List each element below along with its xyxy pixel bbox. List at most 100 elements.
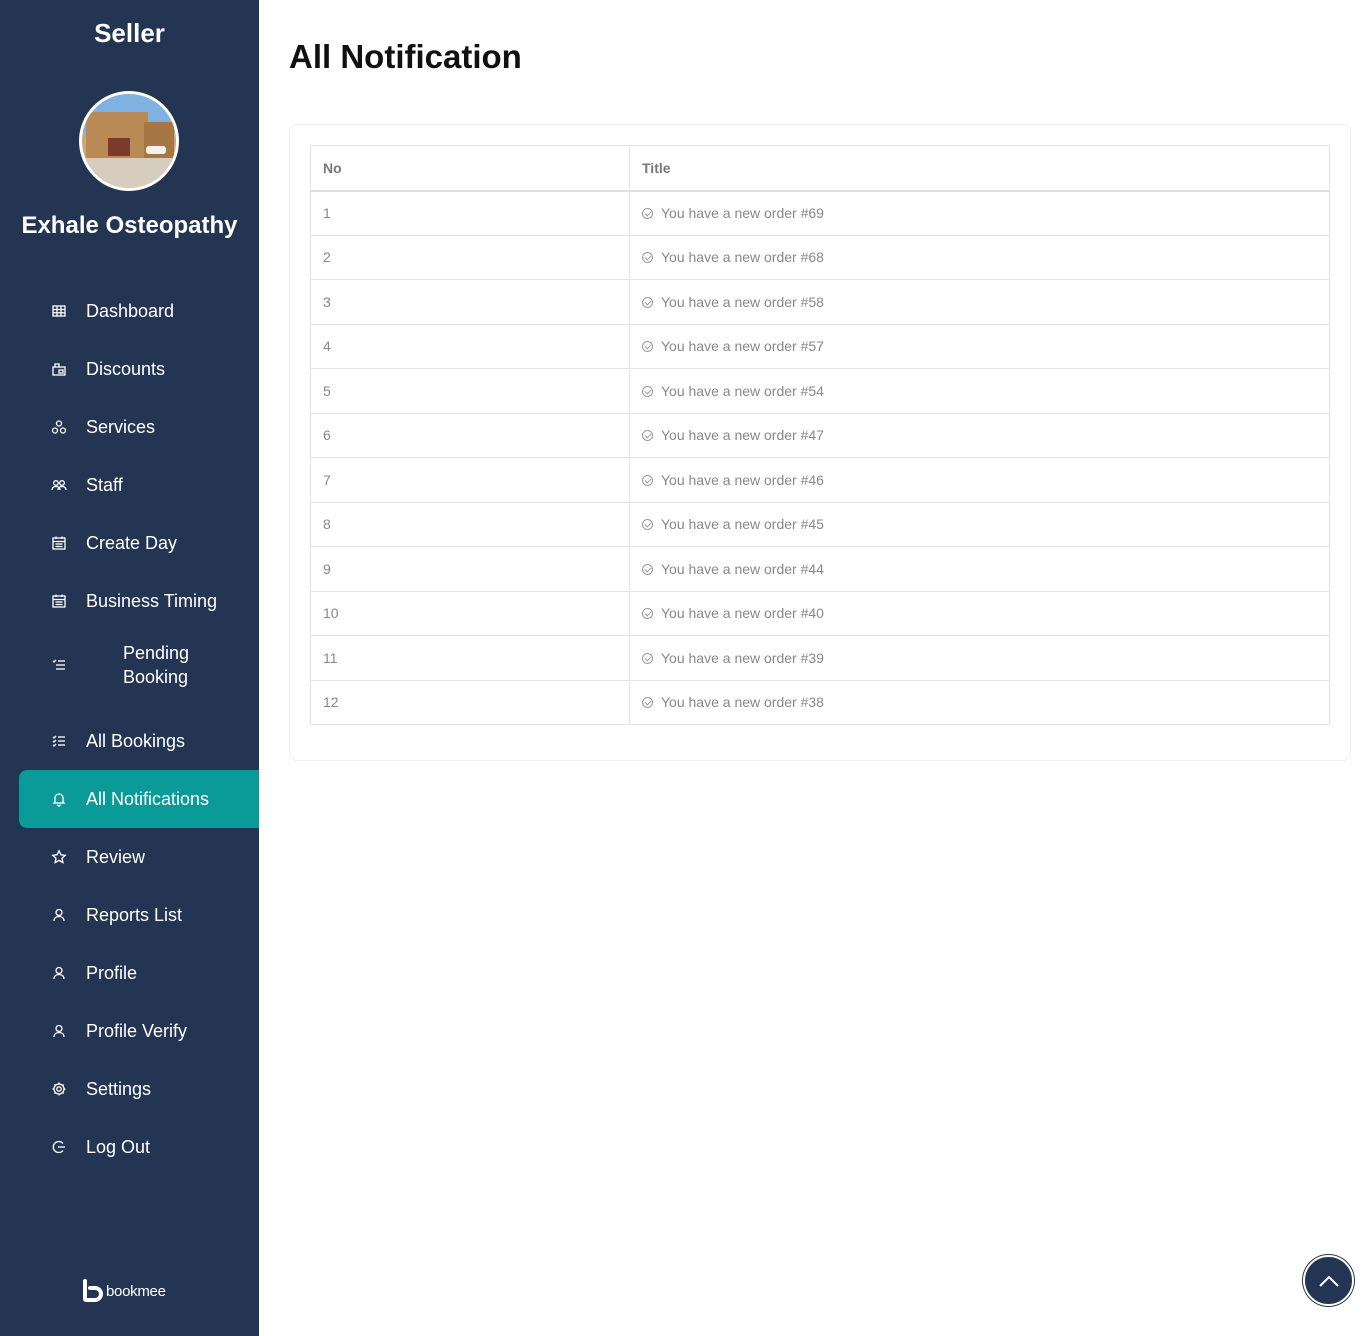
- check-circle-icon: [642, 652, 653, 664]
- row-title-cell: You have a new order #46: [629, 457, 1330, 503]
- column-header-title: Title: [629, 145, 1330, 192]
- sidebar-item-label: Services: [86, 416, 156, 437]
- row-title-cell: You have a new order #44: [629, 546, 1330, 592]
- row-title: You have a new order #69: [661, 205, 824, 221]
- row-title: You have a new order #40: [661, 605, 824, 622]
- row-title-cell: You have a new order #57: [629, 323, 1330, 369]
- star-icon: [19, 849, 86, 865]
- sidebar-item-label: All Bookings: [86, 730, 186, 751]
- shop-icon: [19, 361, 86, 377]
- row-title-cell: You have a new order #68: [629, 234, 1330, 280]
- row-title-cell: You have a new order #40: [629, 590, 1330, 636]
- brand-logo[interactable]: bookmee: [82, 1279, 166, 1303]
- row-title-cell: You have a new order #58: [629, 279, 1330, 325]
- calendar-icon: [19, 593, 86, 609]
- table-row[interactable]: 3 You have a new order #58: [310, 279, 1330, 325]
- sidebar-item-label: Create Day: [86, 532, 178, 553]
- table-row[interactable]: 8 You have a new order #45: [310, 501, 1330, 547]
- check-circle-icon: [642, 519, 653, 531]
- check-circle-icon: [642, 563, 653, 575]
- row-number: 4: [310, 323, 630, 369]
- table-row[interactable]: 11 You have a new order #39: [310, 635, 1330, 681]
- notifications-table: No Title 1 You have a new order #69 2 You …: [310, 145, 1330, 725]
- sidebar-item-profile-verify[interactable]: Profile Verify: [19, 1002, 259, 1060]
- notifications-card: No Title 1 You have a new order #69 2 You …: [289, 124, 1351, 761]
- sidebar-item-profile[interactable]: Profile: [19, 944, 259, 1002]
- check-circle-icon: [642, 296, 653, 308]
- users-icon: [19, 477, 86, 493]
- brand-name: bookmee: [106, 1282, 166, 1300]
- row-title-cell: You have a new order #38: [629, 679, 1330, 725]
- sidebar-item-all-notifications[interactable]: All Notifications: [19, 770, 259, 828]
- table-header-row: No Title: [310, 145, 1330, 192]
- column-header-no: No: [310, 145, 630, 192]
- check-circle-icon: [642, 474, 653, 486]
- check-circle-icon: [642, 430, 653, 442]
- row-title: You have a new order #57: [661, 338, 824, 355]
- bell-icon: [19, 791, 86, 807]
- table-row[interactable]: 7 You have a new order #46: [310, 457, 1330, 503]
- table-row[interactable]: 1 You have a new order #69: [310, 190, 1330, 236]
- row-number: 1: [310, 190, 630, 236]
- table-row[interactable]: 4 You have a new order #57: [310, 323, 1330, 369]
- check-circle-icon: [642, 608, 653, 620]
- sidebar-item-pending-booking[interactable]: Pending Booking: [19, 636, 259, 694]
- sidebar-item-discounts[interactable]: Discounts: [19, 340, 259, 398]
- check-circle-icon: [642, 208, 653, 219]
- sidebar-item-label: Review: [86, 846, 146, 867]
- sidebar-item-label: Settings: [86, 1078, 152, 1099]
- row-number: 8: [310, 501, 630, 547]
- sidebar-item-services[interactable]: Services: [19, 398, 259, 456]
- sidebar-item-label: Pending Booking: [123, 643, 190, 687]
- list-icon: [19, 657, 86, 673]
- table-row[interactable]: 12 You have a new order #38: [310, 679, 1330, 725]
- sidebar-item-label: Staff: [86, 474, 123, 495]
- row-number: 3: [310, 279, 630, 325]
- row-title-cell: You have a new order #54: [629, 368, 1330, 414]
- check-circle-icon: [642, 252, 653, 264]
- bookmee-logo-icon: [83, 1279, 103, 1302]
- user-icon: [19, 1023, 86, 1039]
- chevron-up-icon: [1318, 1275, 1339, 1287]
- sidebar-item-all-bookings[interactable]: All Bookings: [19, 712, 259, 770]
- sidebar: Seller Exhale Osteopathy Dashboard Disco…: [0, 0, 259, 1336]
- sidebar-item-label: Business Timing: [86, 590, 218, 611]
- row-number: 9: [310, 546, 630, 592]
- sidebar-item-label: Reports List: [86, 904, 183, 925]
- user-icon: [19, 907, 86, 923]
- sidebar-item-dashboard[interactable]: Dashboard: [19, 282, 259, 340]
- row-number: 12: [310, 679, 630, 725]
- row-title: You have a new order #39: [661, 649, 824, 666]
- sidebar-title: Seller: [94, 18, 165, 48]
- sidebar-item-review[interactable]: Review: [19, 828, 259, 886]
- user-icon: [19, 965, 86, 981]
- row-title: You have a new order #58: [661, 293, 824, 310]
- row-title-cell: You have a new order #69: [629, 190, 1330, 236]
- check-circle-icon: [642, 341, 653, 353]
- sidebar-item-log-out[interactable]: Log Out: [19, 1118, 259, 1176]
- sidebar-item-label: Profile: [86, 962, 138, 983]
- table-row[interactable]: 6 You have a new order #47: [310, 412, 1330, 458]
- row-title: You have a new order #47: [661, 427, 824, 444]
- row-title: You have a new order #46: [661, 471, 824, 488]
- row-number: 11: [310, 635, 630, 681]
- scroll-to-top-button[interactable]: [1303, 1255, 1354, 1306]
- table-row[interactable]: 2 You have a new order #68: [310, 234, 1330, 280]
- sidebar-item-create-day[interactable]: Create Day: [19, 514, 259, 572]
- sidebar-item-settings[interactable]: Settings: [19, 1060, 259, 1118]
- sidebar-item-staff[interactable]: Staff: [19, 456, 259, 514]
- sidebar-item-business-timing[interactable]: Business Timing: [19, 572, 259, 630]
- avatar[interactable]: [79, 91, 179, 191]
- sidebar-item-reports-list[interactable]: Reports List: [19, 886, 259, 944]
- row-title-cell: You have a new order #39: [629, 635, 1330, 681]
- row-number: 7: [310, 457, 630, 503]
- row-title: You have a new order #54: [661, 382, 824, 399]
- table-row[interactable]: 10 You have a new order #40: [310, 590, 1330, 636]
- row-title: You have a new order #68: [661, 249, 824, 266]
- logout-icon: [19, 1139, 86, 1155]
- sidebar-item-label: Dashboard: [86, 300, 175, 321]
- table-row[interactable]: 9 You have a new order #44: [310, 546, 1330, 592]
- row-number: 10: [310, 590, 630, 636]
- sidebar-item-label: Log Out: [86, 1136, 151, 1157]
- table-row[interactable]: 5 You have a new order #54: [310, 368, 1330, 414]
